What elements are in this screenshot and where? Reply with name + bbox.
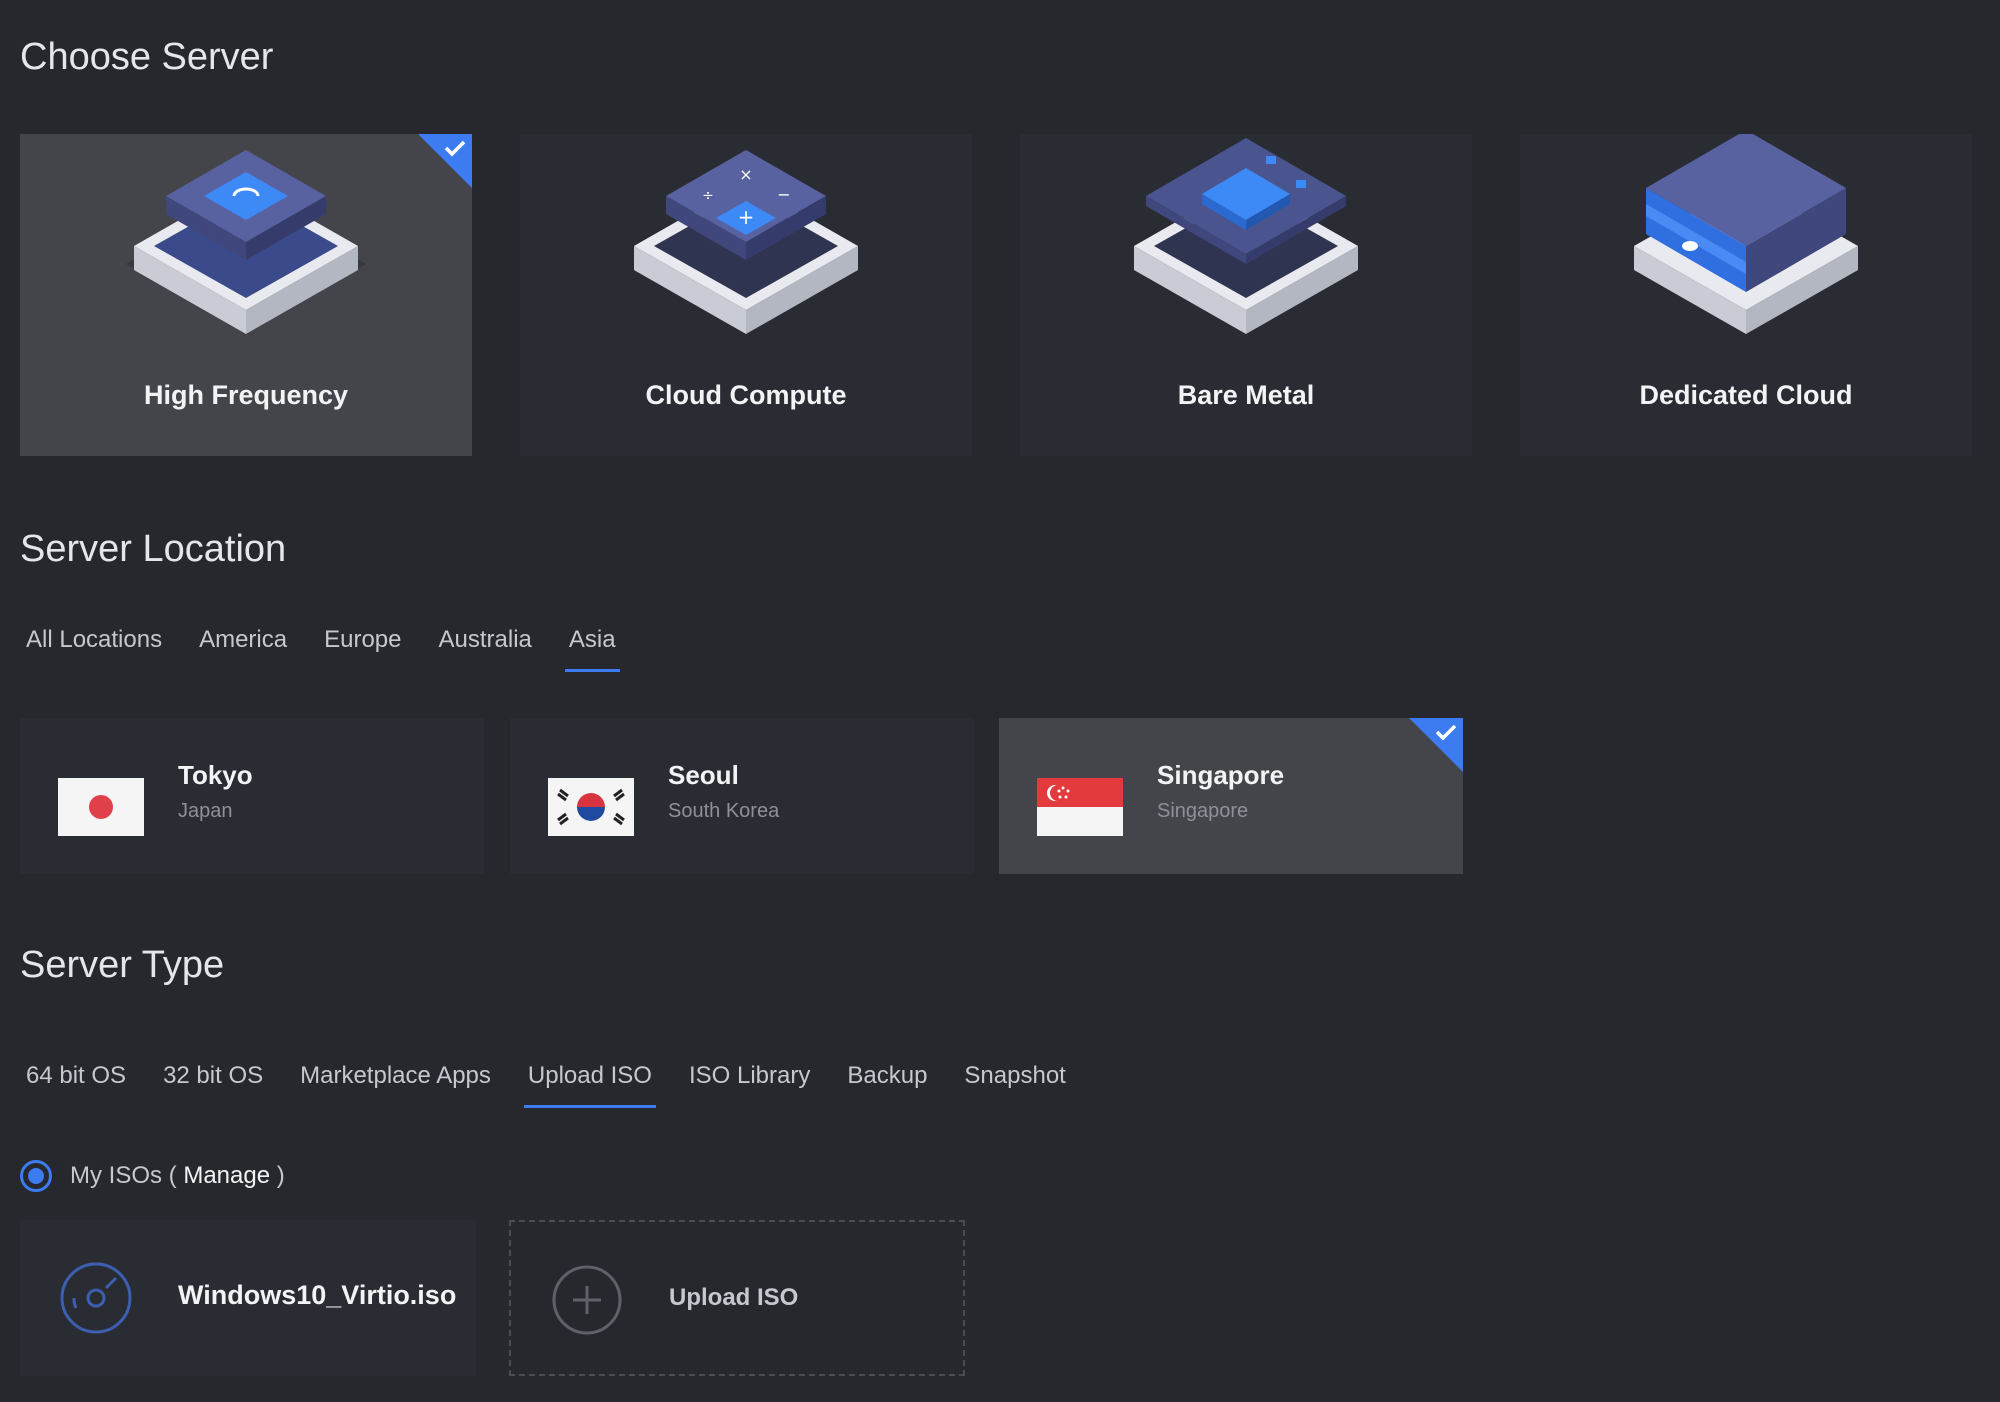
server-type-title: Server Type — [20, 944, 225, 986]
tab-32-bit-os[interactable]: 32 bit OS — [161, 1062, 265, 1108]
location-city: Singapore — [1157, 760, 1285, 790]
cloud-compute-illustration-icon: + × ÷ − — [520, 134, 972, 374]
upload-iso-label: Upload ISO — [669, 1284, 799, 1311]
iso-card-windows10[interactable]: Windows10_Virtio.iso — [20, 1220, 476, 1376]
check-icon — [418, 134, 472, 188]
location-country: South Korea — [668, 800, 780, 822]
tab-marketplace-apps[interactable]: Marketplace Apps — [298, 1062, 493, 1108]
tab-australia[interactable]: Australia — [437, 626, 534, 672]
my-isos-label: My ISOs ( Manage ) — [70, 1162, 285, 1189]
tab-asia[interactable]: Asia — [564, 626, 620, 672]
server-card-label: Cloud Compute — [645, 380, 847, 410]
location-city: Tokyo — [178, 760, 253, 790]
server-type-tabs: 64 bit OS 32 bit OS Marketplace Apps Upl… — [24, 1062, 1101, 1108]
location-card-tokyo[interactable]: Tokyo Japan — [20, 718, 484, 874]
tab-america[interactable]: America — [197, 626, 289, 672]
location-country: Japan — [178, 800, 233, 822]
server-card-label: Bare Metal — [1177, 380, 1315, 410]
dedicated-cloud-illustration-icon — [1520, 134, 1972, 374]
location-country: Singapore — [1157, 800, 1249, 822]
server-card-label: Dedicated Cloud — [1639, 380, 1853, 410]
tab-64-bit-os[interactable]: 64 bit OS — [24, 1062, 128, 1108]
singapore-flag-icon — [1037, 778, 1123, 836]
plus-circle-icon — [552, 1265, 622, 1335]
svg-text:÷: ÷ — [702, 188, 714, 204]
my-isos-radio-row[interactable]: My ISOs ( Manage ) — [20, 1160, 285, 1192]
server-card-cloud-compute[interactable]: + × ÷ − Cloud Compute — [520, 134, 972, 456]
tab-all-locations[interactable]: All Locations — [24, 626, 164, 672]
location-card-singapore[interactable]: Singapore Singapore — [999, 718, 1463, 874]
check-icon — [1409, 718, 1463, 772]
server-card-bare-metal[interactable]: Bare Metal — [1020, 134, 1472, 456]
server-card-label: High Frequency — [143, 380, 349, 410]
location-tabs: All Locations America Europe Australia A… — [24, 626, 651, 672]
svg-text:×: × — [739, 165, 752, 184]
disc-icon — [60, 1262, 132, 1334]
tab-snapshot[interactable]: Snapshot — [962, 1062, 1067, 1108]
choose-server-title: Choose Server — [20, 36, 274, 78]
server-card-high-frequency[interactable]: High Frequency — [20, 134, 472, 456]
svg-text:−: − — [777, 185, 790, 204]
tab-iso-library[interactable]: ISO Library — [687, 1062, 812, 1108]
high-frequency-illustration-icon — [20, 134, 472, 374]
upload-iso-card[interactable]: Upload ISO — [509, 1220, 965, 1376]
tab-upload-iso[interactable]: Upload ISO — [523, 1062, 657, 1108]
iso-file-name: Windows10_Virtio.iso — [178, 1280, 457, 1310]
location-card-seoul[interactable]: Seoul South Korea — [510, 718, 974, 874]
server-location-title: Server Location — [20, 528, 287, 570]
svg-text:+: + — [738, 205, 755, 229]
south-korea-flag-icon — [548, 778, 634, 836]
manage-link[interactable]: Manage — [183, 1162, 270, 1189]
location-city: Seoul — [668, 760, 739, 790]
my-isos-radio[interactable] — [20, 1160, 52, 1192]
tab-backup[interactable]: Backup — [845, 1062, 929, 1108]
tab-europe[interactable]: Europe — [322, 626, 403, 672]
japan-flag-icon — [58, 778, 144, 836]
bare-metal-illustration-icon — [1020, 134, 1472, 374]
server-card-dedicated-cloud[interactable]: Dedicated Cloud — [1520, 134, 1972, 456]
